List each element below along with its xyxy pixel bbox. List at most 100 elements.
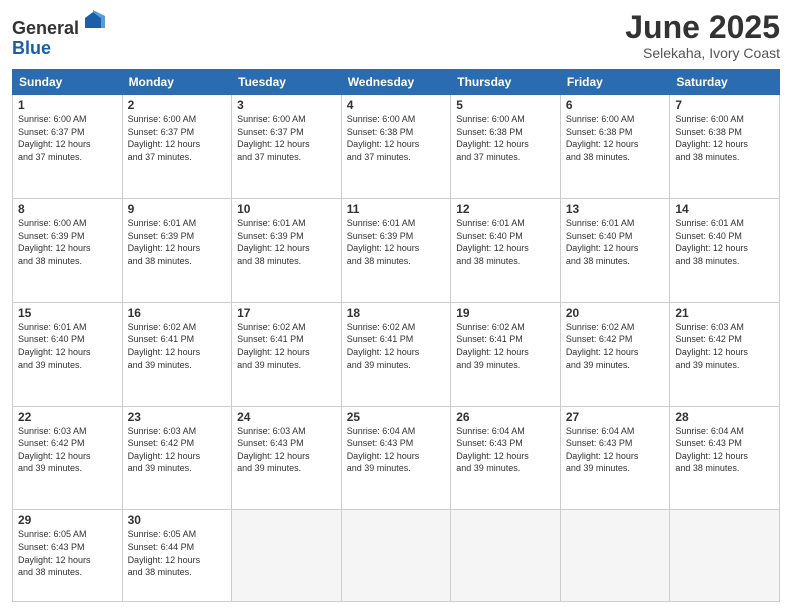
- calendar-page: General Blue June 2025 Selekaha, Ivory C…: [0, 0, 792, 612]
- col-sunday: Sunday: [13, 70, 123, 95]
- day-info: Sunrise: 6:04 AMSunset: 6:43 PMDaylight:…: [347, 425, 446, 475]
- day-number: 3: [237, 98, 336, 112]
- day-number: 6: [566, 98, 665, 112]
- day-info: Sunrise: 6:01 AMSunset: 6:39 PMDaylight:…: [347, 217, 446, 267]
- day-info: Sunrise: 6:03 AMSunset: 6:42 PMDaylight:…: [128, 425, 227, 475]
- table-row: 23Sunrise: 6:03 AMSunset: 6:42 PMDayligh…: [122, 406, 232, 510]
- day-info: Sunrise: 6:00 AMSunset: 6:39 PMDaylight:…: [18, 217, 117, 267]
- calendar-header-row: Sunday Monday Tuesday Wednesday Thursday…: [13, 70, 780, 95]
- logo: General Blue: [12, 10, 105, 59]
- day-number: 18: [347, 306, 446, 320]
- calendar-row-4: 22Sunrise: 6:03 AMSunset: 6:42 PMDayligh…: [13, 406, 780, 510]
- day-info: Sunrise: 6:00 AMSunset: 6:37 PMDaylight:…: [18, 113, 117, 163]
- day-info: Sunrise: 6:04 AMSunset: 6:43 PMDaylight:…: [675, 425, 774, 475]
- col-tuesday: Tuesday: [232, 70, 342, 95]
- table-row: [341, 510, 451, 602]
- table-row: 30Sunrise: 6:05 AMSunset: 6:44 PMDayligh…: [122, 510, 232, 602]
- col-friday: Friday: [560, 70, 670, 95]
- table-row: [670, 510, 780, 602]
- col-saturday: Saturday: [670, 70, 780, 95]
- table-row: 26Sunrise: 6:04 AMSunset: 6:43 PMDayligh…: [451, 406, 561, 510]
- day-info: Sunrise: 6:00 AMSunset: 6:37 PMDaylight:…: [237, 113, 336, 163]
- month-title: June 2025: [625, 10, 780, 45]
- day-info: Sunrise: 6:03 AMSunset: 6:42 PMDaylight:…: [18, 425, 117, 475]
- table-row: 22Sunrise: 6:03 AMSunset: 6:42 PMDayligh…: [13, 406, 123, 510]
- day-number: 15: [18, 306, 117, 320]
- table-row: 3Sunrise: 6:00 AMSunset: 6:37 PMDaylight…: [232, 95, 342, 199]
- day-info: Sunrise: 6:02 AMSunset: 6:41 PMDaylight:…: [347, 321, 446, 371]
- calendar-row-5: 29Sunrise: 6:05 AMSunset: 6:43 PMDayligh…: [13, 510, 780, 602]
- day-number: 25: [347, 410, 446, 424]
- day-info: Sunrise: 6:01 AMSunset: 6:39 PMDaylight:…: [128, 217, 227, 267]
- day-info: Sunrise: 6:04 AMSunset: 6:43 PMDaylight:…: [566, 425, 665, 475]
- table-row: [560, 510, 670, 602]
- day-info: Sunrise: 6:04 AMSunset: 6:43 PMDaylight:…: [456, 425, 555, 475]
- table-row: [451, 510, 561, 602]
- title-area: June 2025 Selekaha, Ivory Coast: [625, 10, 780, 61]
- day-number: 11: [347, 202, 446, 216]
- table-row: 13Sunrise: 6:01 AMSunset: 6:40 PMDayligh…: [560, 198, 670, 302]
- table-row: 9Sunrise: 6:01 AMSunset: 6:39 PMDaylight…: [122, 198, 232, 302]
- table-row: 6Sunrise: 6:00 AMSunset: 6:38 PMDaylight…: [560, 95, 670, 199]
- table-row: 1Sunrise: 6:00 AMSunset: 6:37 PMDaylight…: [13, 95, 123, 199]
- day-info: Sunrise: 6:00 AMSunset: 6:37 PMDaylight:…: [128, 113, 227, 163]
- day-number: 19: [456, 306, 555, 320]
- table-row: 10Sunrise: 6:01 AMSunset: 6:39 PMDayligh…: [232, 198, 342, 302]
- table-row: 17Sunrise: 6:02 AMSunset: 6:41 PMDayligh…: [232, 302, 342, 406]
- day-number: 10: [237, 202, 336, 216]
- day-info: Sunrise: 6:01 AMSunset: 6:40 PMDaylight:…: [456, 217, 555, 267]
- day-info: Sunrise: 6:00 AMSunset: 6:38 PMDaylight:…: [675, 113, 774, 163]
- table-row: 12Sunrise: 6:01 AMSunset: 6:40 PMDayligh…: [451, 198, 561, 302]
- day-number: 30: [128, 513, 227, 527]
- day-number: 22: [18, 410, 117, 424]
- table-row: 28Sunrise: 6:04 AMSunset: 6:43 PMDayligh…: [670, 406, 780, 510]
- day-number: 20: [566, 306, 665, 320]
- day-number: 12: [456, 202, 555, 216]
- table-row: 14Sunrise: 6:01 AMSunset: 6:40 PMDayligh…: [670, 198, 780, 302]
- day-number: 9: [128, 202, 227, 216]
- table-row: 16Sunrise: 6:02 AMSunset: 6:41 PMDayligh…: [122, 302, 232, 406]
- calendar-row-1: 1Sunrise: 6:00 AMSunset: 6:37 PMDaylight…: [13, 95, 780, 199]
- day-number: 8: [18, 202, 117, 216]
- table-row: 8Sunrise: 6:00 AMSunset: 6:39 PMDaylight…: [13, 198, 123, 302]
- table-row: [232, 510, 342, 602]
- logo-icon: [81, 10, 105, 34]
- day-number: 13: [566, 202, 665, 216]
- location: Selekaha, Ivory Coast: [625, 45, 780, 61]
- day-number: 21: [675, 306, 774, 320]
- day-info: Sunrise: 6:02 AMSunset: 6:42 PMDaylight:…: [566, 321, 665, 371]
- day-number: 17: [237, 306, 336, 320]
- day-info: Sunrise: 6:02 AMSunset: 6:41 PMDaylight:…: [128, 321, 227, 371]
- day-info: Sunrise: 6:01 AMSunset: 6:39 PMDaylight:…: [237, 217, 336, 267]
- day-number: 26: [456, 410, 555, 424]
- logo-general-text: General: [12, 18, 79, 38]
- day-number: 7: [675, 98, 774, 112]
- day-number: 29: [18, 513, 117, 527]
- day-info: Sunrise: 6:00 AMSunset: 6:38 PMDaylight:…: [566, 113, 665, 163]
- logo-blue-text: Blue: [12, 38, 51, 58]
- day-number: 14: [675, 202, 774, 216]
- table-row: 15Sunrise: 6:01 AMSunset: 6:40 PMDayligh…: [13, 302, 123, 406]
- day-info: Sunrise: 6:01 AMSunset: 6:40 PMDaylight:…: [18, 321, 117, 371]
- day-number: 5: [456, 98, 555, 112]
- day-info: Sunrise: 6:02 AMSunset: 6:41 PMDaylight:…: [456, 321, 555, 371]
- table-row: 5Sunrise: 6:00 AMSunset: 6:38 PMDaylight…: [451, 95, 561, 199]
- table-row: 11Sunrise: 6:01 AMSunset: 6:39 PMDayligh…: [341, 198, 451, 302]
- col-monday: Monday: [122, 70, 232, 95]
- day-info: Sunrise: 6:05 AMSunset: 6:43 PMDaylight:…: [18, 528, 117, 578]
- day-info: Sunrise: 6:00 AMSunset: 6:38 PMDaylight:…: [347, 113, 446, 163]
- day-info: Sunrise: 6:01 AMSunset: 6:40 PMDaylight:…: [675, 217, 774, 267]
- table-row: 19Sunrise: 6:02 AMSunset: 6:41 PMDayligh…: [451, 302, 561, 406]
- day-info: Sunrise: 6:05 AMSunset: 6:44 PMDaylight:…: [128, 528, 227, 578]
- day-number: 16: [128, 306, 227, 320]
- table-row: 4Sunrise: 6:00 AMSunset: 6:38 PMDaylight…: [341, 95, 451, 199]
- day-number: 1: [18, 98, 117, 112]
- table-row: 21Sunrise: 6:03 AMSunset: 6:42 PMDayligh…: [670, 302, 780, 406]
- day-info: Sunrise: 6:00 AMSunset: 6:38 PMDaylight:…: [456, 113, 555, 163]
- col-thursday: Thursday: [451, 70, 561, 95]
- day-number: 24: [237, 410, 336, 424]
- day-number: 2: [128, 98, 227, 112]
- table-row: 27Sunrise: 6:04 AMSunset: 6:43 PMDayligh…: [560, 406, 670, 510]
- table-row: 24Sunrise: 6:03 AMSunset: 6:43 PMDayligh…: [232, 406, 342, 510]
- day-info: Sunrise: 6:02 AMSunset: 6:41 PMDaylight:…: [237, 321, 336, 371]
